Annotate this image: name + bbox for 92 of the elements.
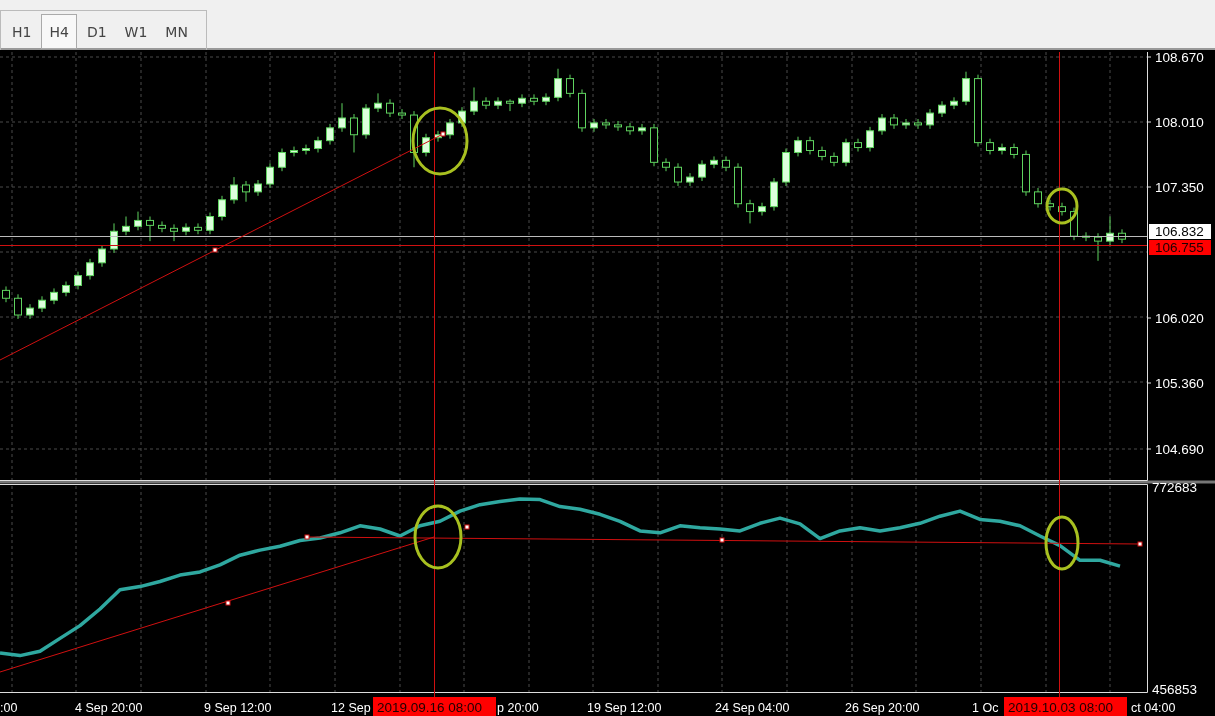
- time-label: 1 Oc: [972, 701, 999, 715]
- candlestick: [506, 98, 514, 112]
- candlestick: [290, 146, 298, 157]
- candlestick: [398, 108, 406, 120]
- candlestick: [626, 122, 634, 136]
- candlestick: [902, 118, 910, 130]
- candlestick: [242, 180, 250, 203]
- candlestick: [1034, 187, 1042, 209]
- candlestick: [950, 96, 958, 110]
- candlestick: [962, 71, 970, 106]
- candlestick: [554, 68, 562, 102]
- candlestick: [170, 223, 178, 242]
- time-label: 26 Sep 20:00: [845, 701, 920, 715]
- candlestick: [122, 216, 130, 236]
- candlestick: [794, 136, 802, 157]
- time-label: 19 Sep 12:00: [587, 701, 662, 715]
- candlestick: [350, 113, 358, 153]
- timeframe-tab[interactable]: W1: [116, 14, 156, 49]
- ellipse-marker: [1044, 515, 1080, 571]
- ellipse-marker: [1045, 187, 1079, 225]
- indicator-scale-label: 456853: [1152, 682, 1198, 697]
- ellipse-marker: [411, 106, 469, 176]
- candlestick: [110, 222, 118, 254]
- candlestick: [230, 176, 238, 205]
- candlestick: [842, 138, 850, 167]
- candlestick: [542, 92, 550, 106]
- timeframe-tab[interactable]: H1: [4, 14, 40, 49]
- candlestick: [566, 74, 574, 98]
- price-label: 105.360: [1155, 376, 1204, 391]
- candlestick: [686, 172, 694, 187]
- candlestick: [590, 118, 598, 133]
- time-label: p 20:00: [497, 701, 539, 715]
- time-label: 12 Sep: [331, 701, 371, 715]
- candlestick: [194, 222, 202, 235]
- candlestick: [1106, 216, 1114, 246]
- time-label: :00: [0, 701, 18, 715]
- candlestick: [146, 216, 154, 242]
- candlestick: [614, 120, 622, 132]
- time-label: 24 Sep 04:00: [715, 701, 790, 715]
- candlestick: [266, 162, 274, 189]
- candlestick: [662, 157, 670, 172]
- crosshair-time-label: 2019.09.16 08:00: [373, 697, 496, 716]
- candlestick: [854, 138, 862, 152]
- candlestick: [278, 148, 286, 172]
- price-label: 106.020: [1155, 311, 1204, 326]
- candlestick: [1094, 232, 1102, 262]
- line-price-label: 106.755: [1149, 240, 1211, 255]
- ellipse-marker: [413, 504, 463, 570]
- candlestick: [182, 222, 190, 236]
- bid-price-label: 106.832: [1149, 224, 1211, 239]
- time-label: 9 Sep 12:00: [204, 701, 272, 715]
- candlestick: [746, 199, 754, 224]
- price-label: 108.010: [1155, 115, 1204, 130]
- candlestick: [698, 159, 706, 182]
- candlestick: [218, 195, 226, 221]
- candlestick: [722, 155, 730, 172]
- price-label: 107.350: [1155, 180, 1204, 195]
- candlestick: [494, 96, 502, 110]
- candlestick: [374, 92, 382, 113]
- candlestick: [134, 211, 142, 231]
- candlestick: [530, 93, 538, 106]
- candlestick: [602, 118, 610, 130]
- candlestick: [926, 108, 934, 130]
- candlestick: [302, 144, 310, 155]
- candlestick: [914, 118, 922, 130]
- candlestick: [758, 202, 766, 217]
- candlestick: [674, 162, 682, 187]
- candlestick: [158, 220, 166, 233]
- candlestick: [518, 93, 526, 108]
- time-label: ct 04:00: [1131, 701, 1176, 715]
- price-label: 104.690: [1155, 442, 1204, 457]
- time-label: 4 Sep 20:00: [75, 701, 143, 715]
- candlestick: [878, 113, 886, 136]
- candlestick: [710, 155, 718, 169]
- candlestick: [98, 244, 106, 268]
- candlestick: [830, 151, 838, 167]
- candlestick: [326, 123, 334, 146]
- candlestick: [206, 212, 214, 235]
- candlestick: [866, 126, 874, 152]
- candlestick: [86, 258, 94, 281]
- candlestick: [638, 123, 646, 136]
- indicator-scale-label: 772683: [1152, 480, 1198, 495]
- timeframe-tab[interactable]: D1: [78, 14, 115, 49]
- timeframe-tab[interactable]: H4: [41, 14, 77, 49]
- price-label: 108.670: [1155, 50, 1204, 65]
- crosshair-time-label: 2019.10.03 08:00: [1004, 697, 1127, 716]
- candlestick: [14, 293, 22, 320]
- candlestick: [482, 96, 490, 110]
- candlestick: [338, 102, 346, 133]
- candlestick: [470, 86, 478, 116]
- candlestick: [998, 143, 1006, 155]
- timeframe-tab[interactable]: MN: [157, 14, 196, 49]
